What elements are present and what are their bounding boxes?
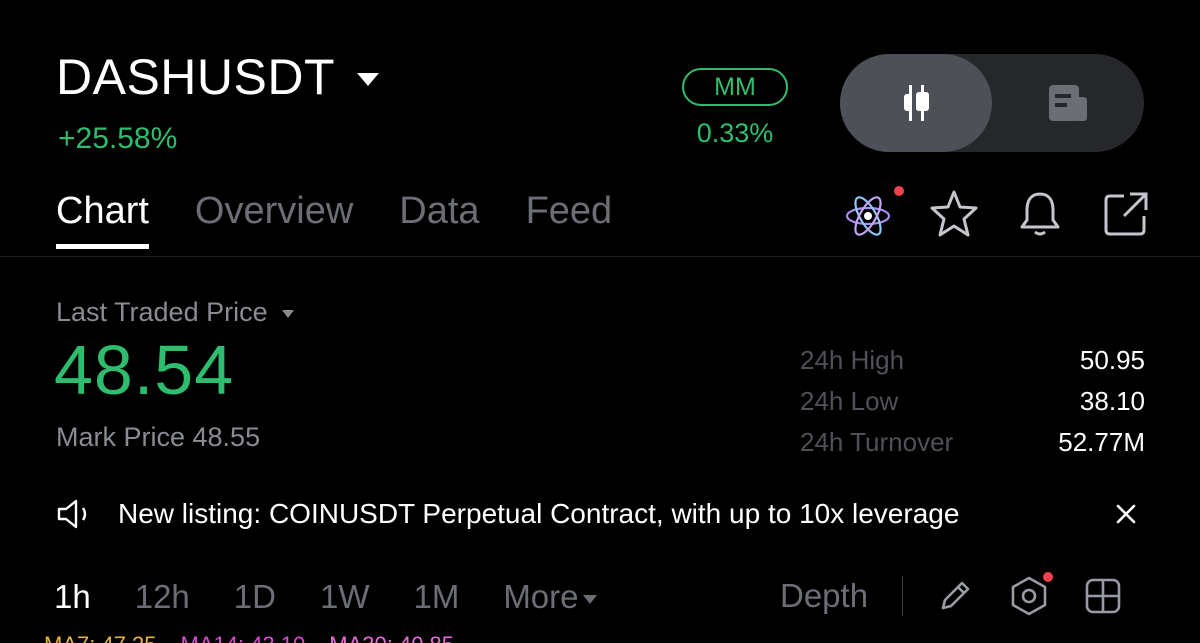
share-icon — [1104, 192, 1148, 236]
header-actions — [840, 186, 1184, 242]
price-type-label: Last Traded Price — [56, 297, 268, 327]
candlestick-icon — [904, 85, 929, 121]
symbol-name: DASHUSDT — [56, 49, 336, 105]
pencil-icon — [941, 581, 970, 610]
announcement-banner[interactable]: New listing: COINUSDT Perpetual Contract… — [56, 494, 1146, 534]
draw-tool-button[interactable] — [933, 574, 977, 618]
speaker-icon — [57, 499, 87, 529]
24h-stats: 24h High 50.95 24h Low 38.10 24h Turnove… — [800, 340, 1145, 463]
close-icon[interactable] — [1112, 500, 1140, 528]
trade-view-button[interactable] — [992, 54, 1144, 152]
last-traded-price: 48.54 — [54, 331, 235, 409]
tab-divider — [0, 256, 1200, 257]
mm-value: 0.33% — [696, 118, 774, 148]
mm-badge[interactable]: MM — [682, 68, 788, 106]
atom-icon — [845, 196, 891, 236]
stat-label: 24h Turnover — [800, 427, 954, 457]
mark-price: Mark Price 48.55 — [56, 422, 261, 452]
share-button[interactable] — [1098, 186, 1154, 242]
bell-icon — [1020, 192, 1060, 236]
caret-down-icon — [582, 594, 597, 604]
margin-mode[interactable]: MM 0.33% — [680, 68, 790, 149]
tools-divider — [902, 576, 904, 616]
depth-button[interactable]: Depth — [780, 577, 868, 615]
favorite-button[interactable] — [926, 186, 982, 242]
indicator-settings-button[interactable] — [1007, 572, 1054, 618]
page-tabs: Chart Overview Data Feed — [56, 190, 658, 249]
ma14-value: MA14: 43.10 — [181, 632, 306, 643]
notification-dot — [894, 186, 904, 196]
symbol-selector[interactable]: DASHUSDT — [56, 48, 380, 106]
interval-1w[interactable]: 1W — [320, 578, 370, 616]
ai-assistant-button[interactable] — [840, 186, 904, 242]
announcement-text: New listing: COINUSDT Perpetual Contract… — [118, 498, 960, 529]
chart-tools: Depth — [780, 572, 1155, 618]
tab-feed[interactable]: Feed — [526, 190, 613, 249]
price-change-percent: +25.58% — [58, 122, 178, 155]
notification-dot — [1043, 572, 1054, 582]
tab-data[interactable]: Data — [399, 190, 479, 249]
star-icon — [930, 190, 978, 237]
stat-value: 52.77M — [1058, 427, 1145, 457]
chevron-down-icon — [357, 72, 380, 86]
interval-1d[interactable]: 1D — [234, 578, 276, 616]
ma30-value: MA30: 40.85 — [329, 632, 454, 643]
interval-12h[interactable]: 12h — [135, 578, 190, 616]
ma7-value: MA7: 47.25 — [44, 632, 157, 643]
ma-indicators: MA7: 47.25 MA14: 43.10 MA30: 40.85 — [44, 632, 478, 643]
grid-icon — [1085, 578, 1121, 614]
stat-value: 50.95 — [1079, 345, 1145, 375]
document-icon — [1049, 85, 1087, 121]
interval-1m[interactable]: 1M — [413, 578, 459, 616]
tab-overview[interactable]: Overview — [195, 190, 353, 249]
more-label: More — [503, 578, 579, 615]
stat-value: 38.10 — [1079, 386, 1145, 416]
stat-label: 24h High — [800, 345, 905, 375]
stat-row: 24h Turnover 52.77M — [800, 422, 1145, 463]
stat-row: 24h High 50.95 — [800, 340, 1145, 381]
stat-row: 24h Low 38.10 — [800, 381, 1145, 422]
interval-selector: 1h 12h 1D 1W 1M More — [54, 578, 641, 616]
interval-1h[interactable]: 1h — [54, 578, 91, 616]
trading-page: DASHUSDT +25.58% MM 0.33% Chart Overview… — [0, 0, 1200, 643]
view-toggle[interactable] — [840, 54, 1144, 152]
stat-label: 24h Low — [800, 386, 899, 416]
caret-down-icon — [281, 309, 294, 318]
layout-button[interactable] — [1081, 574, 1125, 618]
price-alert-button[interactable] — [1012, 186, 1068, 242]
price-type-selector[interactable]: Last Traded Price — [56, 297, 294, 328]
more-intervals-button[interactable]: More — [503, 578, 597, 616]
chart-view-button[interactable] — [840, 54, 992, 152]
tab-chart[interactable]: Chart — [56, 190, 149, 249]
